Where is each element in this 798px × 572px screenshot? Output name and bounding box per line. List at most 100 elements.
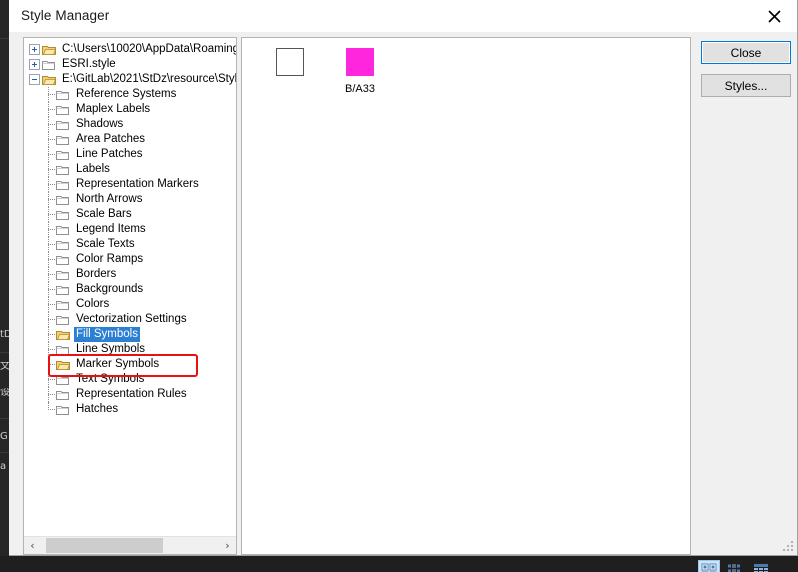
folder-closed-grey-icon bbox=[42, 59, 56, 71]
folder-closed-grey-icon bbox=[56, 315, 69, 325]
tree-connector bbox=[42, 357, 56, 372]
tree-item-scale-texts[interactable]: Scale Texts bbox=[24, 237, 236, 252]
collapse-minus-icon[interactable] bbox=[29, 74, 40, 85]
folder-closed-grey-icon bbox=[56, 150, 69, 160]
tree-item-color-ramps[interactable]: Color Ramps bbox=[24, 252, 236, 267]
folder-closed-grey-icon bbox=[56, 104, 70, 116]
tree-item-marker-symbols[interactable]: Marker Symbols bbox=[24, 357, 236, 372]
tree-item-label: Reference Systems bbox=[76, 88, 177, 100]
symbol-swatch[interactable] bbox=[276, 48, 304, 76]
resize-grip[interactable] bbox=[781, 539, 793, 551]
tree-item-reference-systems[interactable]: Reference Systems bbox=[24, 87, 236, 102]
symbol-item[interactable] bbox=[256, 44, 324, 96]
folder-closed-grey-icon bbox=[56, 180, 69, 190]
background-glyph: a bbox=[0, 462, 7, 472]
folder-open-yellow-icon bbox=[42, 75, 56, 85]
folder-closed-grey-icon bbox=[56, 149, 70, 161]
folder-open-yellow-icon bbox=[42, 44, 56, 56]
tree-item-shadows[interactable]: Shadows bbox=[24, 117, 236, 132]
symbol-swatch-wrapper bbox=[256, 48, 324, 82]
scroll-left-arrow-icon[interactable]: ‹ bbox=[24, 537, 41, 554]
large-icons-view-icon bbox=[701, 563, 717, 572]
tree-root-item[interactable]: E:\GitLab\2021\StDz\resource\Styles bbox=[24, 72, 236, 87]
tree-connector bbox=[42, 282, 56, 297]
tree-item-hatches[interactable]: Hatches bbox=[24, 402, 236, 417]
folder-closed-grey-icon bbox=[56, 405, 69, 415]
symbol-gallery-panel[interactable]: B/A33 bbox=[241, 37, 691, 555]
symbol-swatch[interactable] bbox=[346, 48, 374, 76]
tree-item-line-patches[interactable]: Line Patches bbox=[24, 147, 236, 162]
tree-root-item[interactable]: C:\Users\10020\AppData\Roaming\E bbox=[24, 42, 236, 57]
folder-closed-grey-icon bbox=[56, 179, 70, 191]
folder-closed-grey-icon bbox=[56, 135, 69, 145]
folder-closed-grey-icon bbox=[56, 270, 69, 280]
folder-closed-grey-icon bbox=[56, 210, 69, 220]
dialog-titlebar[interactable]: Style Manager bbox=[9, 0, 797, 32]
folder-closed-grey-icon bbox=[56, 345, 69, 355]
tree-item-north-arrows[interactable]: North Arrows bbox=[24, 192, 236, 207]
list-view-button[interactable] bbox=[724, 560, 746, 572]
tree-item-maplex-labels[interactable]: Maplex Labels bbox=[24, 102, 236, 117]
background-left-strip: tD 文 设 G a bbox=[0, 0, 9, 556]
tree-item-text-symbols[interactable]: Text Symbols bbox=[24, 372, 236, 387]
close-button[interactable]: Close bbox=[701, 41, 791, 64]
tree-item-backgrounds[interactable]: Backgrounds bbox=[24, 282, 236, 297]
tree-item-label: Labels bbox=[76, 163, 110, 175]
folder-closed-grey-icon bbox=[56, 390, 69, 400]
tree-connector bbox=[42, 177, 56, 192]
tree-item-area-patches[interactable]: Area Patches bbox=[24, 132, 236, 147]
symbol-gallery-grid: B/A33 bbox=[242, 38, 690, 96]
symbol-item[interactable]: B/A33 bbox=[326, 44, 394, 96]
folder-closed-grey-icon bbox=[56, 344, 70, 356]
tree-item-borders[interactable]: Borders bbox=[24, 267, 236, 282]
tree-item-representation-markers[interactable]: Representation Markers bbox=[24, 177, 236, 192]
tree-connector bbox=[42, 312, 56, 327]
folder-closed-grey-icon bbox=[56, 375, 69, 385]
tree-item-label: Legend Items bbox=[76, 223, 146, 235]
folder-closed-grey-icon bbox=[56, 314, 70, 326]
expand-plus-icon[interactable] bbox=[29, 44, 40, 55]
folder-closed-grey-icon bbox=[56, 105, 69, 115]
tree-connector bbox=[42, 297, 56, 312]
folder-closed-grey-icon bbox=[56, 90, 69, 100]
folder-closed-grey-icon bbox=[56, 269, 70, 281]
tree-item-vectorization-settings[interactable]: Vectorization Settings bbox=[24, 312, 236, 327]
folder-open-yellow-icon bbox=[42, 45, 56, 55]
tree-connector bbox=[42, 192, 56, 207]
tree-item-legend-items[interactable]: Legend Items bbox=[24, 222, 236, 237]
folder-closed-grey-icon bbox=[56, 120, 69, 130]
scroll-right-arrow-icon[interactable]: › bbox=[219, 537, 236, 554]
tree-item-line-symbols[interactable]: Line Symbols bbox=[24, 342, 236, 357]
tree-item-label: Backgrounds bbox=[76, 283, 144, 295]
background-divider bbox=[0, 452, 9, 453]
close-x-icon bbox=[767, 9, 781, 23]
folder-closed-grey-icon bbox=[56, 209, 70, 221]
tree-item-labels[interactable]: Labels bbox=[24, 162, 236, 177]
large-icons-view-button[interactable] bbox=[698, 560, 720, 572]
background-divider bbox=[0, 38, 9, 39]
tree-item-colors[interactable]: Colors bbox=[24, 297, 236, 312]
styles-button[interactable]: Styles... bbox=[701, 74, 791, 97]
folder-closed-grey-icon bbox=[56, 164, 70, 176]
tree-root-item[interactable]: ESRI.style bbox=[24, 57, 236, 72]
style-tree-panel[interactable]: C:\Users\10020\AppData\Roaming\E ESRI.sty… bbox=[23, 37, 237, 555]
background-glyph: 文 bbox=[0, 362, 9, 372]
tree-horizontal-scrollbar[interactable]: ‹ › bbox=[24, 536, 236, 554]
tree-item-fill-symbols[interactable]: Fill Symbols bbox=[24, 327, 236, 342]
tree-item-representation-rules[interactable]: Representation Rules bbox=[24, 387, 236, 402]
scrollbar-thumb[interactable] bbox=[46, 538, 163, 553]
background-divider bbox=[0, 418, 9, 419]
tree-connector bbox=[42, 387, 56, 402]
background-glyph: tD bbox=[0, 330, 9, 340]
expand-plus-icon[interactable] bbox=[29, 59, 40, 70]
close-window-button[interactable] bbox=[751, 0, 797, 32]
folder-closed-grey-icon bbox=[56, 285, 69, 295]
tree-item-label: Text Symbols bbox=[76, 373, 145, 385]
style-tree-list: C:\Users\10020\AppData\Roaming\E ESRI.sty… bbox=[24, 38, 236, 417]
tree-item-label: Representation Rules bbox=[76, 388, 187, 400]
style-tree-scroll-area: C:\Users\10020\AppData\Roaming\E ESRI.sty… bbox=[24, 38, 236, 536]
tree-item-scale-bars[interactable]: Scale Bars bbox=[24, 207, 236, 222]
details-view-button[interactable] bbox=[750, 560, 772, 572]
list-view-icon bbox=[728, 564, 740, 572]
tree-item-label: Borders bbox=[76, 268, 117, 280]
